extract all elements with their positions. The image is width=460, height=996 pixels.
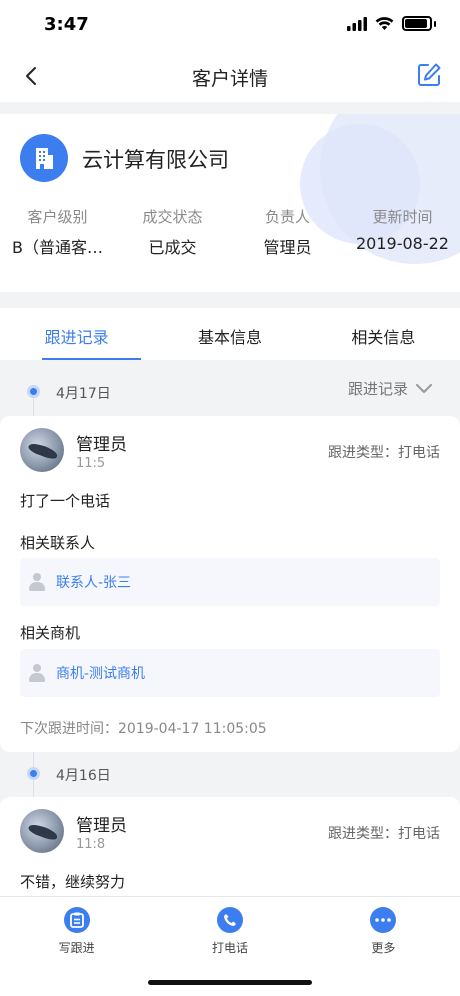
info-label: 客户级别 bbox=[27, 208, 88, 226]
info-value: 2019-08-22 bbox=[356, 234, 449, 253]
info-deal-status: 成交状态 已成交 bbox=[115, 206, 230, 258]
company-building-icon bbox=[20, 134, 68, 182]
tab-follow-up[interactable]: 跟进记录 bbox=[0, 308, 153, 360]
record-author: 管理员 bbox=[76, 816, 127, 836]
next-follow-up-time: 下次跟进时间：2019-04-17 11:05:05 bbox=[20, 721, 267, 737]
record-time: 11:8 bbox=[76, 837, 106, 852]
info-updated-time: 更新时间 2019-08-22 bbox=[345, 206, 460, 258]
follow-up-record-card[interactable]: 管理员 11:5 跟进类型：打电话 打了一个电话 相关联系人 联系人-张三 相关… bbox=[0, 416, 460, 752]
timeline-date: 4月17日 bbox=[56, 386, 111, 402]
info-label: 更新时间 bbox=[372, 208, 433, 226]
battery-icon bbox=[402, 16, 432, 31]
tab-basic-info[interactable]: 基本信息 bbox=[153, 308, 306, 360]
nav-bar: 客户详情 bbox=[0, 50, 460, 102]
battery-tip bbox=[434, 20, 436, 27]
person-icon bbox=[28, 664, 46, 682]
info-label: 负责人 bbox=[264, 208, 310, 226]
record-type: 跟进类型：打电话 bbox=[328, 826, 440, 842]
avatar bbox=[20, 428, 64, 472]
info-value: 已成交 bbox=[148, 238, 197, 257]
bottom-label: 写跟进 bbox=[58, 941, 95, 955]
record-time: 11:5 bbox=[76, 456, 106, 471]
status-icons bbox=[347, 16, 436, 31]
record-content: 打了一个电话 bbox=[20, 492, 111, 510]
record-content: 不错，继续努力 bbox=[20, 873, 126, 891]
info-customer-level: 客户级别 B（普通客… bbox=[0, 206, 115, 258]
phone-icon bbox=[216, 907, 243, 933]
chevron-down-icon bbox=[416, 383, 432, 393]
info-owner: 负责人 管理员 bbox=[230, 206, 345, 258]
info-value: B（普通客… bbox=[12, 238, 103, 257]
wifi-icon bbox=[375, 16, 394, 30]
record-author: 管理员 bbox=[76, 435, 127, 455]
related-contact-link[interactable]: 联系人-张三 bbox=[20, 558, 440, 606]
opportunity-name: 商机-测试商机 bbox=[56, 666, 146, 682]
bottom-label: 更多 bbox=[371, 941, 396, 955]
person-icon bbox=[28, 573, 46, 591]
timeline-date: 4月16日 bbox=[56, 768, 111, 784]
company-name: 云计算有限公司 bbox=[82, 148, 229, 172]
customer-header-card: 云计算有限公司 客户级别 B（普通客… 成交状态 已成交 负责人 管理员 更新时… bbox=[0, 114, 460, 292]
edit-icon[interactable] bbox=[416, 62, 442, 88]
detail-tabs: 跟进记录 基本信息 相关信息 bbox=[0, 308, 460, 360]
timeline-dot bbox=[27, 385, 40, 398]
timeline-dot bbox=[27, 767, 40, 780]
related-contact-label: 相关联系人 bbox=[20, 534, 96, 552]
related-opportunity-label: 相关商机 bbox=[20, 624, 81, 642]
status-bar: 3:47 bbox=[0, 0, 460, 50]
record-type: 跟进类型：打电话 bbox=[328, 445, 440, 461]
home-indicator bbox=[148, 980, 312, 985]
write-follow-up-button[interactable]: 写跟进 bbox=[0, 897, 153, 996]
more-button[interactable]: 更多 bbox=[307, 897, 460, 996]
info-value: 管理员 bbox=[263, 238, 312, 257]
clipboard-icon bbox=[63, 907, 90, 933]
page-title: 客户详情 bbox=[191, 68, 268, 90]
related-opportunity-link[interactable]: 商机-测试商机 bbox=[20, 649, 440, 697]
filter-label: 跟进记录 bbox=[347, 380, 408, 398]
avatar bbox=[20, 809, 64, 853]
tab-related-info[interactable]: 相关信息 bbox=[307, 308, 460, 360]
contact-name: 联系人-张三 bbox=[56, 575, 132, 591]
status-time: 3:47 bbox=[44, 14, 89, 35]
signal-icon bbox=[347, 16, 367, 31]
info-label: 成交状态 bbox=[142, 208, 203, 226]
customer-info-grid: 客户级别 B（普通客… 成交状态 已成交 负责人 管理员 更新时间 2019-0… bbox=[0, 206, 460, 258]
more-icon bbox=[370, 907, 397, 933]
record-filter-dropdown[interactable]: 跟进记录 bbox=[348, 378, 432, 399]
bottom-label: 打电话 bbox=[211, 941, 248, 955]
